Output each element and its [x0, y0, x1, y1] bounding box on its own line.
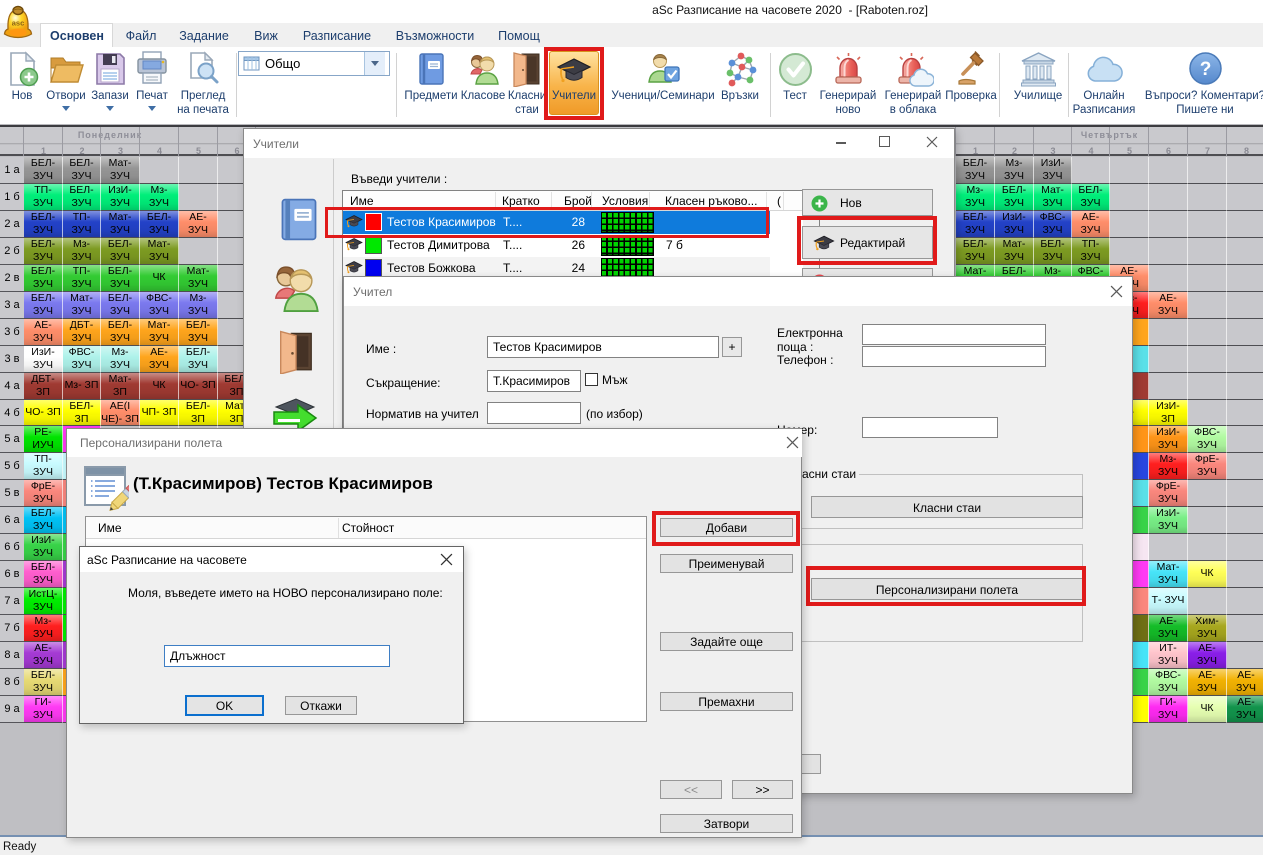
svg-text:?: ? — [1200, 59, 1212, 80]
svg-text:asc: asc — [12, 19, 25, 28]
